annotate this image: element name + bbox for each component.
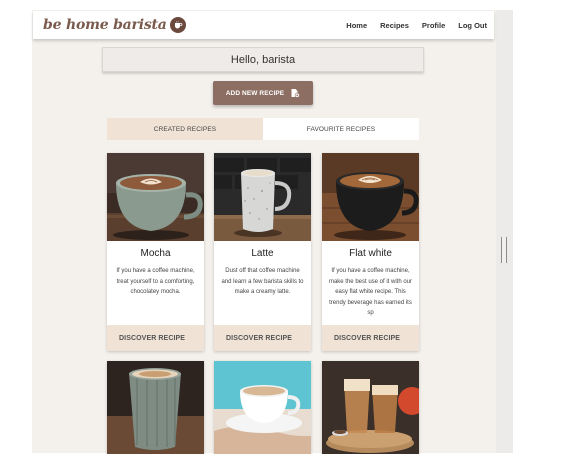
brand-name: be home barista (43, 17, 167, 33)
cappuccino-image (214, 361, 311, 454)
recipe-card (214, 361, 311, 454)
add-recipe-label: ADD NEW RECIPE (225, 89, 285, 97)
nav-recipes[interactable]: Recipes (380, 21, 409, 30)
recipe-card-latte: Latte Dust off that coffee machine and l… (214, 153, 311, 351)
greeting-banner: Hello, barista (102, 47, 424, 72)
cortado-image (107, 361, 204, 454)
recipe-card-mocha: Mocha If you have a coffee machine, trea… (107, 153, 204, 351)
recipe-title: Latte (251, 248, 274, 259)
recipe-description: If you have a coffee machine, make the b… (328, 268, 413, 316)
scroll-handle[interactable] (501, 237, 507, 263)
recipe-title: Mocha (140, 248, 171, 259)
nav-home[interactable]: Home (346, 21, 367, 30)
recipe-card (107, 361, 204, 454)
tab-favourite-recipes[interactable]: FAVOURITE RECIPES (263, 118, 419, 140)
iced-coffee-image (322, 361, 419, 454)
recipe-title: Flat white (349, 248, 392, 259)
recipe-card-flat-white: Flat white If you have a coffee machine,… (322, 153, 419, 351)
scroll-track (496, 10, 513, 453)
nav-profile[interactable]: Profile (422, 21, 445, 30)
mocha-image (107, 153, 204, 241)
tab-created-recipes[interactable]: CREATED RECIPES (107, 118, 263, 140)
discover-recipe-button[interactable]: DISCOVER RECIPE (322, 325, 419, 351)
brand-logo[interactable]: be home barista (43, 15, 186, 35)
nav-logout[interactable]: Log Out (458, 21, 487, 30)
recipe-add-icon (290, 88, 301, 98)
recipe-description: If you have a coffee machine, treat your… (116, 268, 195, 295)
discover-recipe-button[interactable]: DISCOVER RECIPE (214, 325, 311, 351)
nav-links: Home Recipes Profile Log Out (333, 11, 487, 39)
add-new-recipe-button[interactable]: ADD NEW RECIPE (213, 81, 313, 105)
navbar: be home barista Home Recipes Profile Log… (33, 11, 494, 39)
recipe-description: Dust off that coffee machine and learn a… (221, 268, 304, 295)
recipe-tabs: CREATED RECIPES FAVOURITE RECIPES (107, 118, 419, 140)
coffee-cup-icon (169, 17, 186, 33)
latte-image (214, 153, 311, 241)
flat-white-image (322, 153, 419, 241)
discover-recipe-button[interactable]: DISCOVER RECIPE (107, 325, 204, 351)
recipe-card (322, 361, 419, 454)
